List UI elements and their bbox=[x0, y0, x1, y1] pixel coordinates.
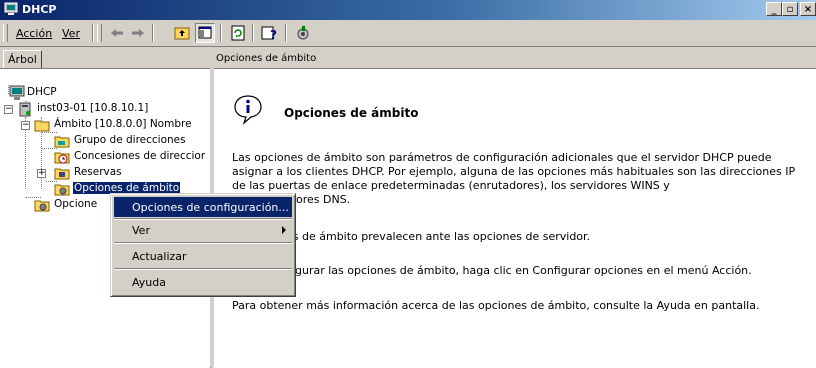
dhcp-root-icon bbox=[9, 85, 25, 100]
result-paragraph-tail: ores DNS. bbox=[296, 193, 351, 206]
server-icon bbox=[19, 102, 31, 117]
menu-ver[interactable]: Ver bbox=[62, 27, 80, 40]
collapse-server-icon[interactable]: − bbox=[4, 105, 13, 114]
result-paragraph: es de ámbito prevalecen ante las opcione… bbox=[286, 230, 591, 243]
forward-arrow-icon[interactable] bbox=[128, 23, 148, 43]
menu-separator bbox=[114, 242, 292, 244]
toolbar-grip[interactable] bbox=[3, 24, 8, 42]
tree-item-label: inst03-01 [10.8.10.1] bbox=[37, 102, 149, 114]
tab-arbol[interactable]: Árbol bbox=[3, 50, 42, 69]
toolbar-separator bbox=[252, 24, 254, 42]
menu-item-label: Actualizar bbox=[132, 250, 187, 263]
result-pane: Opciones de ámbito Las opciones de ámbit… bbox=[214, 68, 816, 368]
folder-icon bbox=[54, 168, 70, 180]
context-menu: Opciones de configuración... Ver Actuali… bbox=[110, 193, 296, 297]
toolbar-separator bbox=[152, 24, 154, 42]
toolbar-separator bbox=[220, 24, 222, 42]
menu-item-refresh[interactable]: Actualizar bbox=[114, 246, 292, 266]
tree-item-label: Grupo de direcciones bbox=[74, 134, 186, 146]
result-header-bar: Opciones de ámbito bbox=[214, 48, 816, 69]
tree-item-label: Opcione bbox=[54, 198, 98, 210]
minimize-icon[interactable]: _ bbox=[766, 2, 782, 16]
window-title: DHCP bbox=[22, 3, 57, 16]
toolbar-separator bbox=[285, 24, 287, 42]
folder-icon bbox=[54, 136, 70, 148]
collapse-scope-icon[interactable]: − bbox=[21, 121, 30, 130]
options-icon bbox=[34, 200, 50, 212]
restore-icon[interactable]: ▫ bbox=[782, 2, 798, 16]
expand-reservations-icon[interactable]: + bbox=[37, 169, 46, 178]
up-folder-icon[interactable] bbox=[172, 23, 192, 43]
dhcp-app-icon bbox=[4, 2, 18, 15]
menu-item-view[interactable]: Ver bbox=[114, 220, 292, 240]
refresh-icon[interactable] bbox=[228, 23, 248, 43]
show-hide-tree-icon[interactable] bbox=[195, 23, 215, 43]
menu-accion[interactable]: Acción bbox=[16, 27, 52, 40]
result-header-label: Opciones de ámbito bbox=[216, 53, 317, 64]
leases-icon bbox=[54, 152, 70, 164]
menu-separator bbox=[114, 268, 292, 270]
result-paragraph: Las opciones de ámbito son parámetros de… bbox=[232, 151, 796, 192]
toolbar-separator bbox=[92, 24, 94, 42]
menu-item-label: Ver bbox=[132, 224, 150, 237]
toolbar-grip[interactable] bbox=[97, 24, 102, 42]
result-paragraph: gurar las opciones de ámbito, haga clic … bbox=[295, 264, 752, 277]
server-icon[interactable] bbox=[293, 23, 313, 43]
folder-icon bbox=[34, 120, 50, 132]
title-bar[interactable]: DHCP _ ▫ × bbox=[0, 0, 816, 20]
tree-tab-bar: Árbol bbox=[0, 48, 210, 69]
help-icon[interactable]: ? bbox=[259, 23, 279, 43]
menu-toolbar: Acción Ver ? bbox=[0, 20, 816, 47]
menu-item-help[interactable]: Ayuda bbox=[114, 272, 292, 292]
tree-item-label: Ámbito [10.8.0.0] Nombre bbox=[54, 118, 192, 130]
options-icon bbox=[54, 184, 70, 196]
tree-item-label: Reservas bbox=[74, 166, 122, 178]
info-icon bbox=[234, 95, 262, 125]
menu-item-configure-options[interactable]: Opciones de configuración... bbox=[114, 197, 292, 217]
tree-item-label: DHCP bbox=[27, 86, 57, 98]
svg-text:?: ? bbox=[270, 28, 277, 42]
submenu-arrow-icon bbox=[282, 226, 286, 234]
result-heading: Opciones de ámbito bbox=[284, 106, 419, 120]
close-icon[interactable]: × bbox=[800, 2, 816, 16]
menu-item-label: Ayuda bbox=[132, 276, 166, 289]
result-paragraph: Para obtener más información acerca de l… bbox=[232, 299, 760, 312]
tree-item-label: Concesiones de direccior bbox=[74, 150, 206, 162]
back-arrow-icon[interactable] bbox=[107, 23, 127, 43]
menu-item-label: Opciones de configuración... bbox=[132, 201, 289, 214]
